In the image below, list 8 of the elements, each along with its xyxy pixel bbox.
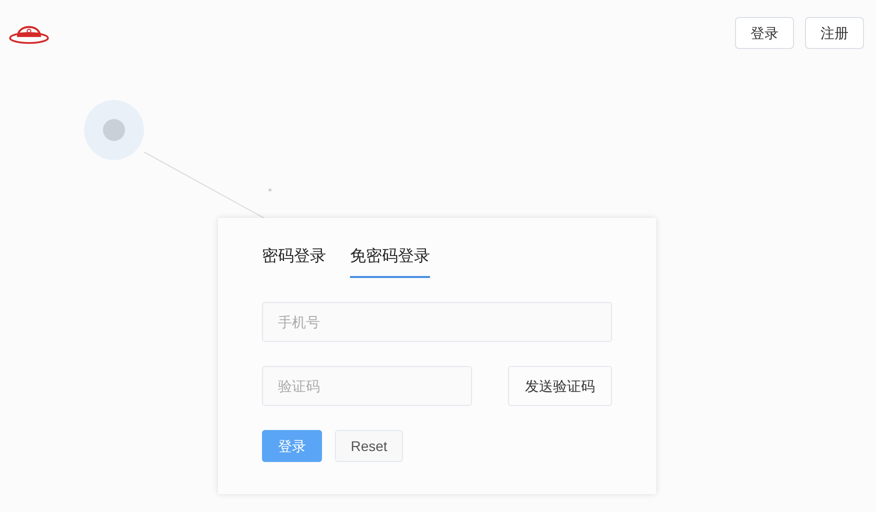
login-tab[interactable]: 密码登录 — [262, 238, 326, 278]
reset-button[interactable]: Reset — [335, 430, 403, 462]
register-button[interactable]: 注册 — [805, 17, 864, 49]
phone-field[interactable]: 手机号 — [262, 302, 612, 342]
verification-code-field[interactable]: 验证码 — [262, 366, 472, 406]
send-code-button[interactable]: 发送验证码 — [508, 366, 612, 406]
login-button[interactable]: 登录 — [735, 17, 794, 49]
login-tab[interactable]: 免密码登录 — [350, 238, 430, 278]
